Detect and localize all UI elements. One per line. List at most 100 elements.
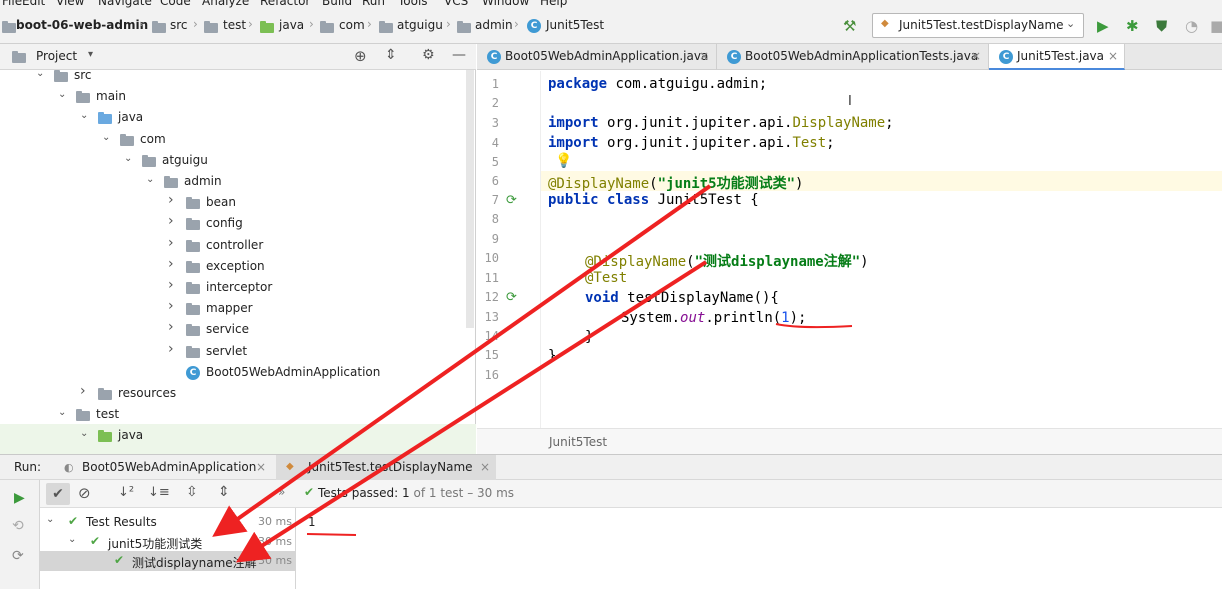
close-icon[interactable]: × <box>699 49 709 63</box>
breadcrumb-test[interactable]: test <box>223 18 246 32</box>
editor-breadcrumb[interactable]: Junit5Test <box>549 435 607 449</box>
run-config-select[interactable]: ◆ Junit5Test.testDisplayName ⌄ <box>872 13 1084 38</box>
chevron-down-icon[interactable]: ⌄ <box>68 534 76 545</box>
menu-tools[interactable]: Tools <box>398 0 428 8</box>
code-line-10[interactable]: @DisplayName("测试displayname注解") <box>585 251 869 271</box>
tree-item-mapper[interactable]: › mapper <box>168 298 470 319</box>
run-gutter-icon[interactable]: ⟳ <box>506 193 517 208</box>
chevron-right-icon[interactable]: › <box>168 192 174 208</box>
hide-icon[interactable]: — <box>452 47 466 63</box>
chevron-down-icon[interactable]: ⌄ <box>80 428 88 439</box>
tree-item-interceptor[interactable]: › interceptor <box>168 277 470 298</box>
code-line-14[interactable]: } <box>585 329 593 345</box>
menu-window[interactable]: Window <box>482 0 529 8</box>
tree-item-src[interactable]: ⌄ src <box>36 66 470 86</box>
tree-item-bean[interactable]: › bean <box>168 192 470 213</box>
breadcrumb-com[interactable]: com <box>339 18 365 32</box>
code-line-15[interactable]: } <box>548 348 556 364</box>
menu-refactor[interactable]: Refactor <box>260 0 310 8</box>
coverage-icon[interactable]: ⛊ <box>1156 18 1167 34</box>
rerun-icon[interactable]: ▶ <box>14 490 25 506</box>
tree-item-servlet[interactable]: › servlet <box>168 341 470 362</box>
tab-boot05webadminapplication[interactable]: C Boot05WebAdminApplication.java × <box>477 44 717 70</box>
console-output[interactable]: 1 <box>297 508 1222 589</box>
tree-item-resources[interactable]: › resources <box>80 383 470 404</box>
tab-junit5test[interactable]: C Junit5Test.java × <box>989 44 1125 70</box>
test-method-node[interactable]: ✔ 测试displayname注解 30 ms <box>40 551 296 571</box>
code-line-1[interactable]: package com.atguigu.admin; <box>548 76 767 92</box>
collapse-icon[interactable]: ⇕ <box>385 47 397 63</box>
chevron-right-icon[interactable]: › <box>168 298 174 314</box>
locate-icon[interactable]: ⊕ <box>354 47 367 65</box>
tree-item-main[interactable]: ⌄ main <box>58 87 470 107</box>
tree-item-admin[interactable]: ⌄ admin <box>146 172 470 192</box>
code-line-3[interactable]: import org.junit.jupiter.api.DisplayName… <box>548 115 894 131</box>
test-class-node[interactable]: ⌄ ✔ junit5功能测试类 30 ms <box>40 532 296 552</box>
chevron-down-icon[interactable]: ⌄ <box>46 514 54 525</box>
tree-item-boot05webadminapplication[interactable]: C Boot05WebAdminApplication <box>168 363 470 383</box>
chevron-down-icon[interactable]: ⌄ <box>58 407 66 418</box>
close-icon[interactable]: × <box>480 460 490 474</box>
code-line-6[interactable]: @DisplayName("junit5功能测试类") <box>548 173 803 193</box>
show-ignored-icon[interactable]: ⊘ <box>78 484 91 502</box>
code-line-7[interactable]: public class Junit5Test { <box>548 192 759 208</box>
chevron-down-icon[interactable]: ⌄ <box>124 153 132 164</box>
chevron-down-icon[interactable]: ⌄ <box>58 89 66 100</box>
toggle-auto-test-icon[interactable]: ⟳ <box>12 548 24 564</box>
tree-item-java[interactable]: ⌄ java <box>80 426 470 446</box>
tree-item-test[interactable]: ⌄ test <box>58 405 470 425</box>
menu-edit[interactable]: Edit <box>22 0 45 8</box>
menu-build[interactable]: Build <box>322 0 352 8</box>
breadcrumb-java[interactable]: java <box>279 18 304 32</box>
chevron-right-icon[interactable]: › <box>168 341 174 357</box>
tree-item-config[interactable]: › config <box>168 213 470 234</box>
run-tab-test[interactable]: ◆ Junit5Test.testDisplayName × <box>276 455 496 481</box>
run-gutter-icon[interactable]: ⟳ <box>506 290 517 305</box>
chevron-down-icon[interactable]: ⌄ <box>36 68 44 79</box>
close-icon[interactable]: × <box>971 49 981 63</box>
close-icon[interactable]: × <box>1108 49 1118 63</box>
chevron-right-icon[interactable]: › <box>80 383 86 399</box>
chevron-down-icon[interactable]: ⌄ <box>102 132 110 143</box>
debug-icon[interactable]: ✱ <box>1126 18 1139 34</box>
chevron-right-icon[interactable]: › <box>168 235 174 251</box>
rerun-failed-icon[interactable]: ⟲ <box>12 518 24 534</box>
run-icon[interactable]: ▶ <box>1097 18 1109 34</box>
breadcrumb-project[interactable]: boot-06-web-admin <box>16 18 148 32</box>
menu-help[interactable]: Help <box>540 0 567 8</box>
more-icon[interactable]: » <box>278 485 285 499</box>
menu-run[interactable]: Run <box>362 0 385 8</box>
chevron-right-icon[interactable]: › <box>168 277 174 293</box>
stop-icon[interactable]: ■ <box>1210 18 1222 34</box>
chevron-right-icon[interactable]: › <box>168 256 174 272</box>
tree-item-java[interactable]: ⌄ java <box>80 108 470 128</box>
chevron-right-icon[interactable]: › <box>168 213 174 229</box>
tree-item-service[interactable]: › service <box>168 319 470 340</box>
profile-icon[interactable]: ◔ <box>1185 18 1198 34</box>
project-panel-title[interactable]: Project <box>36 49 77 63</box>
chevron-right-icon[interactable]: › <box>168 319 174 335</box>
menu-navigate[interactable]: Navigate <box>98 0 152 8</box>
breadcrumb-atguigu[interactable]: atguigu <box>397 18 443 32</box>
menu-file[interactable]: File <box>2 0 22 8</box>
sort-duration-icon[interactable]: ↓≡ <box>148 485 170 500</box>
test-results-root[interactable]: ⌄ ✔ Test Results 30 ms <box>40 512 296 532</box>
chevron-down-icon[interactable]: ▾ <box>88 49 93 60</box>
hammer-icon[interactable]: ⚒ <box>843 18 856 34</box>
code-line-4[interactable]: import org.junit.jupiter.api.Test; <box>548 135 835 151</box>
tree-item-com[interactable]: ⌄ com <box>102 130 470 150</box>
chevron-down-icon[interactable]: ⌄ <box>80 110 88 121</box>
code-line-12[interactable]: void testDisplayName(){ <box>585 290 779 306</box>
show-passed-icon[interactable]: ✔ <box>46 483 70 505</box>
breadcrumb-class[interactable]: Junit5Test <box>546 18 604 32</box>
menu-code[interactable]: Code <box>160 0 191 8</box>
code-line-11[interactable]: @Test <box>585 270 627 286</box>
tab-boot05webadminapplicationtests[interactable]: C Boot05WebAdminApplicationTests.java × <box>717 44 989 70</box>
close-icon[interactable]: × <box>256 460 266 474</box>
expand-all-icon[interactable]: ⇳ <box>186 484 198 500</box>
collapse-all-icon[interactable]: ⇕ <box>218 484 230 500</box>
menu-vcs[interactable]: VCS <box>444 0 468 8</box>
breadcrumb-admin[interactable]: admin <box>475 18 513 32</box>
tree-item-exception[interactable]: › exception <box>168 256 470 277</box>
code-line-13[interactable]: System.out.println(1); <box>621 310 806 326</box>
